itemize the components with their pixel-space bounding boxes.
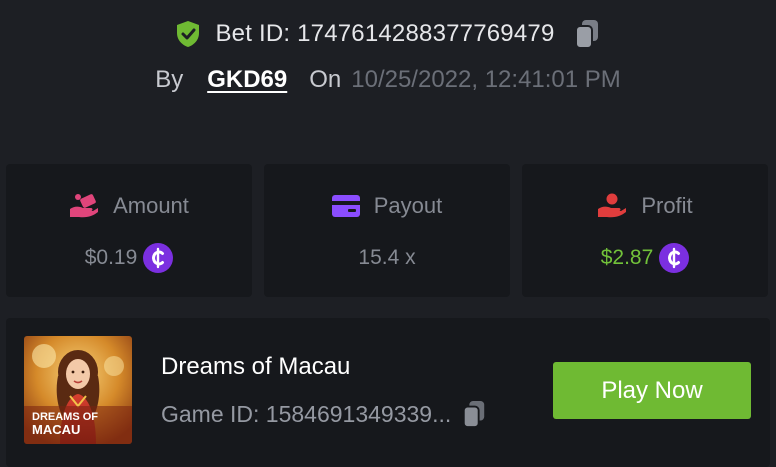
username-link[interactable]: GKD69	[207, 66, 287, 94]
payout-card: Payout 15.4 x	[264, 164, 510, 297]
copy-icon[interactable]	[461, 399, 487, 429]
amount-label: Amount	[113, 193, 189, 218]
shield-check-icon	[175, 20, 201, 48]
profit-card: Profit $2.87	[522, 164, 768, 297]
game-card: DREAMS OF MACAU Dreams of Macau Game ID:…	[6, 318, 770, 467]
play-now-button[interactable]: Play Now	[553, 362, 751, 419]
profit-hand-icon	[598, 193, 627, 218]
bet-datetime: 10/25/2022, 12:41:01 PM	[351, 66, 621, 93]
bet-details-page: Bet ID: 1747614288377769479 By GKD69 On …	[0, 0, 776, 467]
thumb-title-line2: MACAU	[32, 422, 80, 437]
payout-value: 15.4 x	[358, 246, 416, 269]
game-id-row: Game ID: 1584691349339...	[161, 398, 487, 430]
coin-icon	[659, 243, 690, 273]
amount-header: Amount	[6, 192, 252, 220]
profit-label: Profit	[641, 193, 693, 218]
game-id-label: Game ID: 1584691349339...	[161, 400, 452, 427]
amount-value: $0.19	[84, 246, 138, 269]
amount-card: Amount $0.19	[6, 164, 252, 297]
on-label: On	[309, 66, 342, 93]
profit-header: Profit	[522, 192, 768, 220]
bet-id-label: Bet ID: 1747614288377769479	[215, 20, 555, 47]
payout-label: Payout	[373, 193, 443, 218]
money-hand-icon	[70, 194, 99, 218]
bet-id-row: Bet ID: 1747614288377769479	[0, 16, 776, 52]
payout-value-row: 15.4 x	[264, 242, 510, 274]
by-label: By	[155, 66, 184, 93]
copy-icon[interactable]	[573, 18, 601, 50]
profit-value: $2.87	[600, 246, 654, 269]
game-thumbnail[interactable]: DREAMS OF MACAU	[24, 336, 132, 444]
coin-icon	[143, 243, 174, 273]
game-title[interactable]: Dreams of Macau	[161, 353, 350, 381]
payout-header: Payout	[264, 192, 510, 220]
bet-meta-row: By GKD69 On 10/25/2022, 12:41:01 PM	[0, 62, 776, 98]
credit-card-icon	[331, 195, 360, 217]
profit-value-row: $2.87	[522, 242, 768, 274]
amount-value-row: $0.19	[6, 242, 252, 274]
